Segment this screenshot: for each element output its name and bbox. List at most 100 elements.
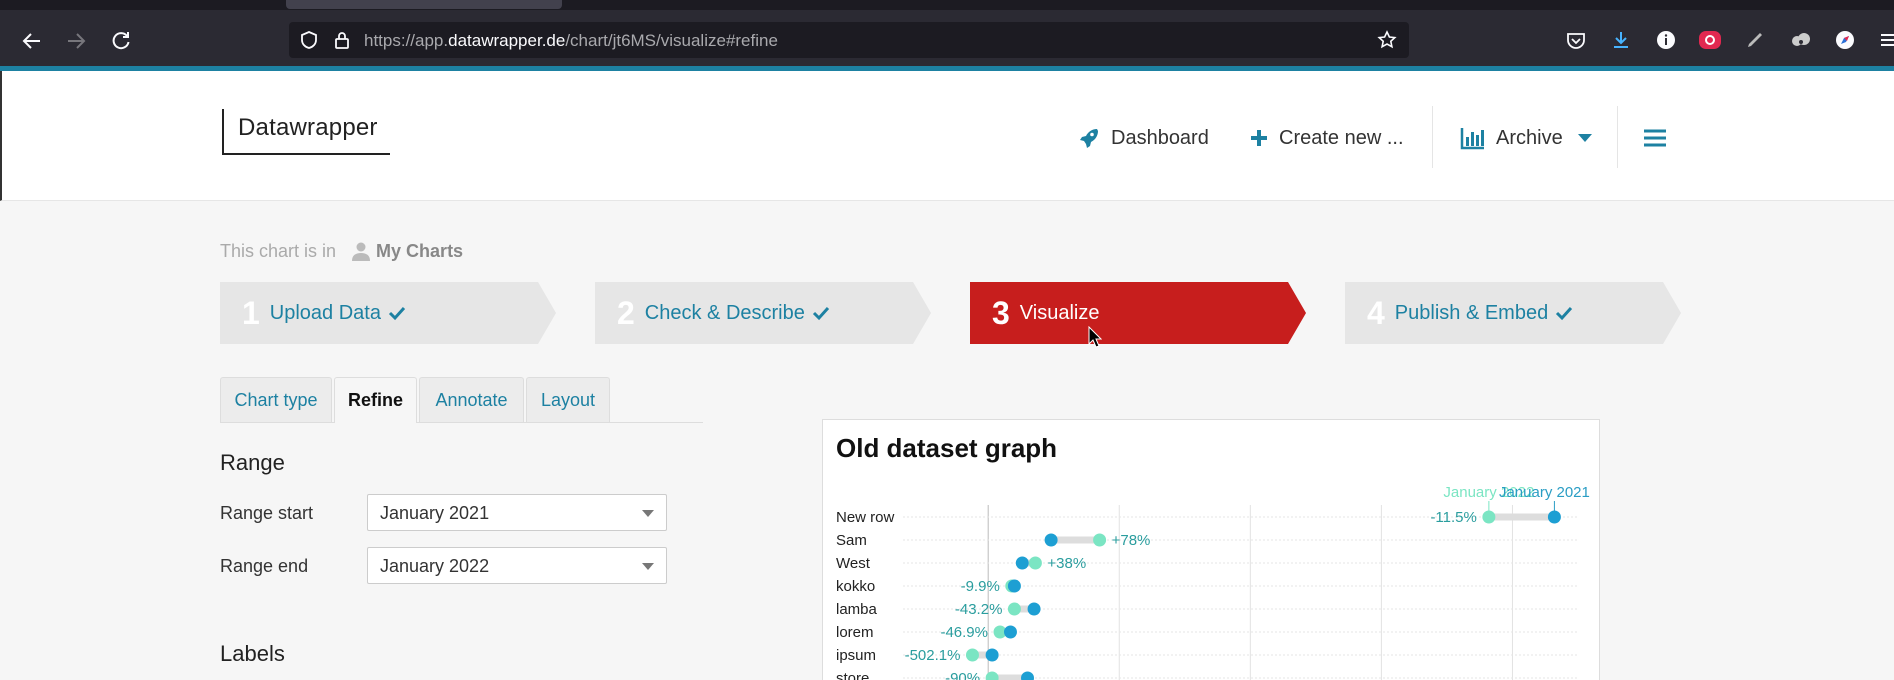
rocket-icon: [1080, 129, 1098, 148]
range-end-select[interactable]: January 2022: [367, 547, 667, 584]
browser-toolbar: https://app.datawrapper.de/chart/jt6MS/v…: [0, 10, 1894, 70]
step-upload-data[interactable]: 1 Upload Data: [220, 282, 556, 344]
row-label: ipsum: [836, 647, 876, 664]
tab-chart-type[interactable]: Chart type: [220, 377, 332, 422]
change-label: +78%: [1112, 532, 1151, 549]
cloud-extension-icon[interactable]: [1788, 27, 1814, 53]
start-dot: [985, 648, 999, 662]
url-path: /chart/jt6MS/visualize#refine: [565, 31, 778, 50]
end-dot: [1482, 510, 1496, 524]
step-label: Check & Describe: [644, 301, 805, 324]
end-dot: [985, 671, 999, 680]
create-new-menu[interactable]: Create new ...: [1249, 121, 1404, 155]
labels-section-title: Labels: [220, 641, 285, 666]
step-number: 3: [992, 294, 1010, 331]
change-label: -90%: [945, 670, 980, 680]
tab-refine[interactable]: Refine: [334, 377, 417, 423]
change-label: -43.2%: [955, 601, 1003, 618]
plus-icon: [1251, 130, 1267, 146]
bar-chart-icon: [1460, 128, 1484, 150]
range-start-select[interactable]: January 2021: [367, 494, 667, 531]
hamburger-icon: [1644, 129, 1666, 147]
mouse-cursor-icon: [1088, 326, 1102, 348]
end-dot: [1028, 556, 1042, 570]
range-end-value: January 2022: [380, 556, 490, 576]
logo[interactable]: Datawrapper: [222, 109, 390, 155]
check-icon: [388, 306, 406, 321]
menu-icon[interactable]: [1876, 27, 1894, 53]
start-dot: [1015, 556, 1029, 570]
step-visualize[interactable]: 3 Visualize: [970, 282, 1306, 344]
step-label: Upload Data: [269, 301, 381, 324]
url-host: datawrapper.de: [448, 31, 566, 50]
nav-divider: [1432, 106, 1433, 168]
step-label: Publish & Embed: [1394, 301, 1549, 324]
url-prefix: https://app.: [364, 31, 449, 50]
url-text: https://app.datawrapper.de/chart/jt6MS/v…: [364, 31, 778, 51]
change-label: -11.5%: [1430, 509, 1476, 526]
step-number: 1: [242, 294, 260, 331]
check-icon: [1556, 306, 1573, 321]
tab-layout[interactable]: Layout: [526, 377, 610, 422]
start-dot: [1007, 579, 1021, 593]
change-label: +38%: [1047, 555, 1086, 572]
download-icon[interactable]: [1608, 27, 1634, 53]
chart-preview: Old dataset graph January 2022 January 20…: [822, 419, 1600, 680]
start-dot: [1021, 671, 1035, 680]
archive-label: Archive: [1496, 126, 1563, 149]
tab-annotate[interactable]: Annotate: [419, 377, 524, 422]
row-label: lorem: [836, 624, 874, 641]
change-label: -502.1%: [905, 647, 961, 664]
dashboard-label: Dashboard: [1111, 126, 1209, 149]
create-new-label: Create new ...: [1279, 126, 1404, 149]
breadcrumb: This chart is in My Charts: [220, 240, 463, 262]
info-extension-icon[interactable]: [1653, 27, 1679, 53]
hamburger-menu[interactable]: [1643, 121, 1677, 155]
breadcrumb-folder[interactable]: My Charts: [342, 240, 463, 262]
check-icon: [812, 306, 829, 321]
breadcrumb-folder-label: My Charts: [376, 240, 464, 261]
star-icon[interactable]: [1377, 30, 1397, 50]
red-extension-icon[interactable]: [1697, 27, 1723, 53]
end-dot: [965, 648, 979, 662]
dashboard-link[interactable]: Dashboard: [1077, 121, 1209, 155]
step-label: Visualize: [1019, 301, 1100, 324]
chevron-down-icon: [642, 510, 654, 517]
archive-menu[interactable]: Archive: [1460, 121, 1593, 155]
step-publish-embed[interactable]: 4 Publish & Embed: [1345, 282, 1681, 344]
start-dot: [1547, 510, 1561, 524]
step-number: 4: [1367, 294, 1385, 331]
shield-icon[interactable]: [299, 30, 319, 50]
sidebar-tabs: Chart type Refine Annotate Layout: [220, 377, 703, 423]
range-plot: January 2022January 2021New row -11.5%Sam…: [836, 484, 1590, 680]
pocket-icon[interactable]: [1563, 27, 1589, 53]
end-dot: [1093, 533, 1107, 547]
browser-tab[interactable]: [286, 0, 562, 9]
row-label: Sam: [836, 532, 867, 549]
nav-divider: [1617, 106, 1618, 168]
lock-icon[interactable]: [332, 30, 352, 50]
end-dot: [1007, 602, 1021, 616]
chevron-down-icon: [642, 563, 654, 570]
row-label: store: [836, 670, 869, 680]
row-label: kokko: [836, 578, 875, 595]
range-start-label: Range start: [220, 503, 314, 523]
range-section-title: Range: [220, 450, 285, 475]
compass-extension-icon[interactable]: [1832, 27, 1858, 53]
forward-icon[interactable]: [62, 27, 90, 55]
range-start-value: January 2021: [380, 503, 490, 523]
url-bar[interactable]: https://app.datawrapper.de/chart/jt6MS/v…: [289, 22, 1409, 58]
pen-extension-icon[interactable]: [1742, 27, 1768, 53]
legend-start-label: January 2021: [1499, 484, 1590, 501]
step-check-describe[interactable]: 2 Check & Describe: [595, 282, 931, 344]
row-label: New row: [836, 509, 895, 526]
row-label: West: [836, 555, 871, 572]
change-label: -9.9%: [961, 578, 1000, 595]
start-dot: [1003, 625, 1017, 639]
step-number: 2: [617, 294, 635, 331]
start-dot: [1027, 602, 1041, 616]
reload-icon[interactable]: [107, 27, 135, 55]
app-header: Datawrapper Dashboard Create new ... Arc…: [0, 71, 1894, 201]
back-icon[interactable]: [18, 27, 46, 55]
change-label: -46.9%: [940, 624, 988, 641]
